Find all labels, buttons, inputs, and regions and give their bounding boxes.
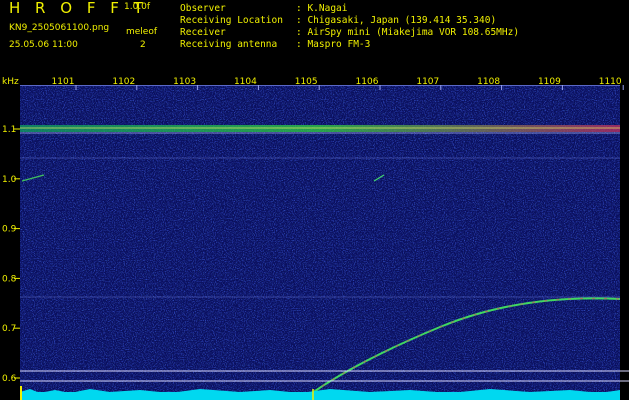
axis-unit-label: kHz [2, 77, 19, 87]
spectrogram-panel: 1101 1102 1103 1104 1105 1106 1107 1108 1109 1110… [0, 75, 629, 400]
time-tick-label: 1105 [295, 77, 318, 87]
observer-key: Observer [180, 3, 226, 14]
app-version: 1.0.0f [124, 2, 151, 12]
frequency-axis: 1.1 1.0 0.9 0.8 0.7 0.6 [2, 125, 20, 384]
image-filename: KN9_2505061100.png [9, 23, 110, 33]
freq-tick-label: 1.1 [2, 125, 16, 135]
time-tick-label: 1104 [234, 77, 257, 87]
freq-tick-label: 1.0 [2, 175, 17, 185]
time-tick-label: 1102 [112, 77, 135, 87]
time-tick-label: 1101 [52, 77, 75, 87]
receiver-key: Receiver [180, 27, 226, 38]
observation-datetime: 25.05.06 11:00 [9, 40, 78, 50]
time-tick-label: 1106 [356, 77, 379, 87]
meleo-label: meleof [126, 27, 158, 37]
antenna-key: Receiving antenna [180, 39, 278, 50]
location-value: : Chigasaki, Japan (139.414 35.340) [296, 15, 497, 26]
antenna-value: : Maspro FM-3 [296, 39, 371, 50]
freq-tick-label: 0.7 [2, 324, 16, 334]
header-panel: H R O F F T 1.0.0f KN9_2505061100.png 25… [0, 0, 629, 75]
spectrogram-svg: 1101 1102 1103 1104 1105 1106 1107 1108 1109 1110… [2, 77, 629, 400]
time-tick-label: 1110 [599, 77, 622, 87]
time-tick-label: 1107 [416, 77, 439, 87]
freq-tick-label: 0.6 [2, 374, 17, 384]
freq-tick-label: 0.9 [2, 225, 17, 235]
freq-tick-label: 0.8 [2, 274, 17, 284]
time-tick-label: 1103 [173, 77, 196, 87]
time-tick-label: 1108 [477, 77, 500, 87]
location-key: Receiving Location [180, 15, 283, 26]
meleo-count: 2 [140, 40, 146, 50]
observer-value: : K.Nagai [296, 3, 348, 14]
time-tick-label: 1109 [538, 77, 561, 87]
receiver-value: : AirSpy mini (Miakejima VOR 108.65MHz) [296, 27, 520, 38]
signal-speckle [20, 85, 620, 400]
